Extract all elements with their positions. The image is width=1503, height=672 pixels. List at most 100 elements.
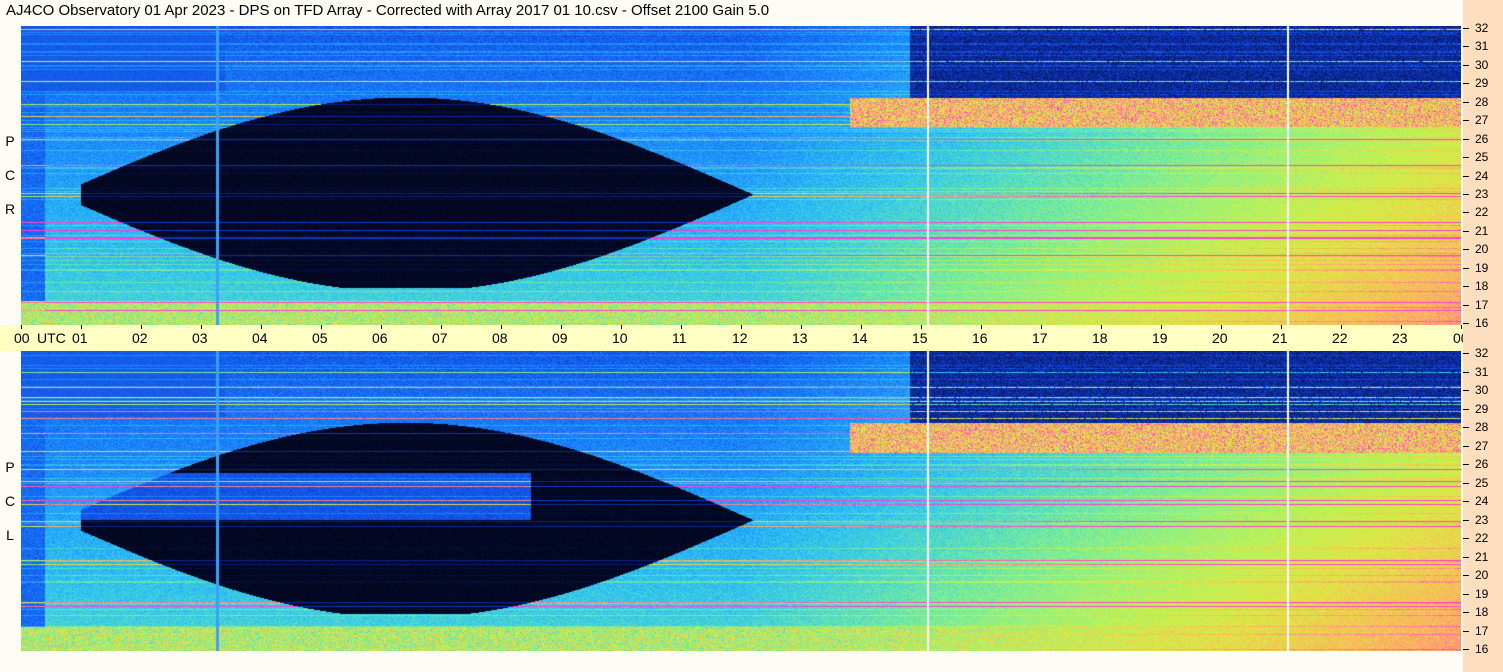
time-tick: [1401, 325, 1402, 329]
freq-tick: [1463, 538, 1469, 539]
time-tick: [741, 325, 742, 329]
time-tick-label: 10: [612, 330, 628, 346]
time-tick-label: 19: [1152, 330, 1168, 346]
freq-tick: [1463, 427, 1469, 428]
freq-tick: [1463, 64, 1469, 66]
freq-tick: [1463, 212, 1469, 214]
freq-tick: [1463, 630, 1469, 632]
freq-tick: [1463, 46, 1469, 48]
freq-tick: [1463, 304, 1469, 306]
time-tick: [1041, 325, 1042, 329]
frequency-axis: 16 17 18 19 20 21 22 23 24 25 26 27 28 29 30 31 32 16 17 18…: [1463, 0, 1503, 672]
time-tick: [1101, 325, 1102, 329]
freq-tick-label: 24: [1475, 494, 1489, 508]
time-tick-label: 05: [312, 330, 328, 346]
side-letter: R: [4, 201, 16, 217]
heatmap-lcp: [21, 351, 1461, 651]
time-unit-label: UTC: [37, 330, 66, 346]
time-tick-label: 01: [72, 330, 88, 346]
freq-tick-label: 23: [1475, 512, 1489, 527]
freq-tick: [1463, 230, 1469, 232]
freq-tick: [1463, 390, 1469, 391]
time-tick-label: 17: [1032, 330, 1048, 346]
time-tick-label: 00: [14, 330, 30, 346]
freq-tick: [1463, 193, 1469, 195]
time-tick: [681, 325, 682, 329]
time-tick-label: 08: [492, 330, 508, 346]
freq-tick-label: 26: [1475, 131, 1489, 146]
freq-tick-label: 29: [1475, 401, 1489, 416]
chart-title: AJ4CO Observatory 01 Apr 2023 - DPS on T…: [6, 2, 770, 19]
freq-tick: [1463, 267, 1469, 269]
freq-tick: [1463, 408, 1469, 410]
time-tick-label: 06: [372, 330, 388, 346]
freq-tick-label: 17: [1475, 623, 1489, 638]
time-tick-label: 09: [552, 330, 568, 346]
freq-tick: [1463, 323, 1469, 324]
freq-tick: [1463, 593, 1469, 595]
freq-tick-label: 22: [1475, 205, 1489, 220]
freq-tick: [1463, 249, 1469, 251]
freq-tick-label: 28: [1475, 420, 1489, 434]
time-tick-label: 16: [972, 330, 988, 346]
freq-tick: [1463, 649, 1469, 650]
freq-tick-label: 16: [1475, 642, 1489, 656]
side-letter: L: [6, 527, 14, 543]
freq-tick-label: 29: [1475, 76, 1489, 91]
freq-tick: [1463, 101, 1469, 103]
freq-tick-label: 30: [1475, 57, 1489, 72]
freq-tick-label: 19: [1475, 260, 1489, 275]
time-tick: [1341, 325, 1342, 329]
time-tick: [621, 325, 622, 329]
spectrogram-lcp: [21, 351, 1461, 651]
time-tick-label: 14: [852, 330, 868, 346]
time-tick-label: 22: [1332, 330, 1348, 346]
time-tick-label: 02: [132, 330, 148, 346]
side-letter: P: [5, 459, 15, 475]
freq-tick: [1463, 612, 1469, 613]
time-tick: [1221, 325, 1222, 329]
time-tick: [201, 325, 202, 329]
freq-tick-label: 32: [1475, 346, 1489, 360]
time-tick-label: 23: [1392, 330, 1408, 346]
freq-tick-label: 21: [1475, 223, 1489, 238]
time-tick: [861, 325, 862, 329]
freq-tick: [1463, 83, 1469, 85]
side-letter: C: [4, 493, 16, 509]
side-label-rcp: P C R: [2, 124, 18, 226]
freq-tick-label: 30: [1475, 383, 1489, 397]
time-tick-label: 12: [732, 330, 748, 346]
freq-tick-label: 31: [1475, 364, 1489, 379]
freq-tick: [1463, 175, 1469, 177]
freq-tick: [1463, 575, 1469, 576]
time-tick-label: 18: [1092, 330, 1108, 346]
freq-tick-label: 19: [1475, 586, 1489, 601]
freq-tick-label: 20: [1475, 242, 1489, 257]
time-axis: 00 01 02 03 04 05 06 07 08 09 10 11 12 13 14 15 16 17 18 19…: [0, 325, 1499, 351]
time-tick: [501, 325, 502, 329]
time-tick-label: 04: [252, 330, 268, 346]
time-tick: [381, 325, 382, 329]
side-letter: C: [4, 167, 16, 183]
freq-tick-label: 27: [1475, 113, 1489, 128]
freq-tick: [1463, 28, 1469, 29]
time-tick-label: 13: [792, 330, 808, 346]
freq-tick-label: 23: [1475, 186, 1489, 201]
time-tick-label: 21: [1272, 330, 1288, 346]
freq-tick-label: 21: [1475, 549, 1489, 564]
time-tick-label: 11: [672, 330, 687, 346]
freq-tick-label: 18: [1475, 605, 1489, 619]
time-tick: [1281, 325, 1282, 329]
time-tick: [1161, 325, 1162, 329]
time-tick: [801, 325, 802, 329]
freq-tick: [1463, 157, 1469, 159]
freq-tick: [1463, 464, 1469, 465]
freq-tick: [1463, 353, 1469, 354]
time-tick: [81, 325, 82, 329]
freq-tick-label: 22: [1475, 531, 1489, 545]
freq-tick: [1463, 445, 1469, 447]
freq-tick-label: 17: [1475, 297, 1489, 312]
side-letter: P: [5, 133, 15, 149]
heatmap-rcp: [21, 26, 1461, 325]
freq-tick: [1463, 482, 1469, 484]
